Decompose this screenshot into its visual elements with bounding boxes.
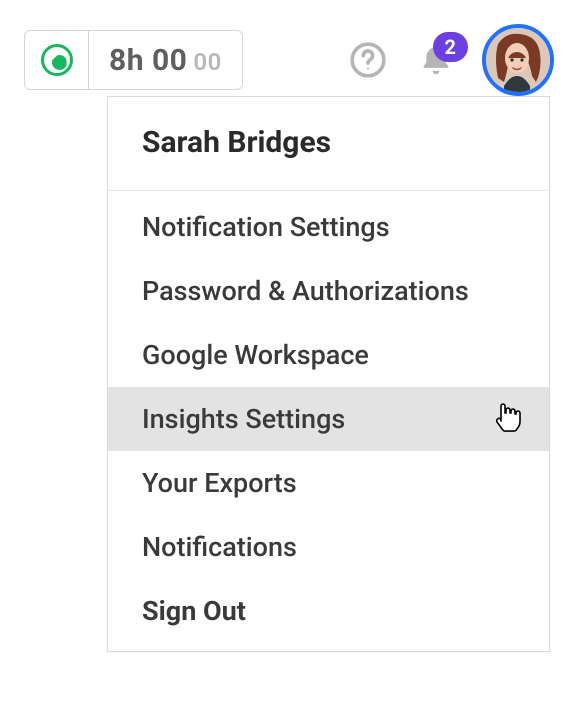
notifications-button[interactable]: 2 bbox=[414, 38, 458, 82]
menu-item-label: Sign Out bbox=[142, 595, 246, 627]
menu-item-notification-settings[interactable]: Notification Settings bbox=[108, 191, 549, 259]
avatar-image bbox=[486, 28, 550, 92]
menu-item-notifications[interactable]: Notifications bbox=[108, 515, 549, 579]
user-menu-header: Sarah Bridges bbox=[108, 97, 549, 191]
menu-item-label: Insights Settings bbox=[142, 403, 345, 435]
menu-item-sign-out[interactable]: Sign Out bbox=[108, 579, 549, 651]
menu-item-insights-settings[interactable]: Insights Settings bbox=[108, 387, 549, 451]
tracker-status-cell[interactable] bbox=[25, 31, 89, 89]
menu-item-label: Notifications bbox=[142, 531, 297, 563]
notification-badge: 2 bbox=[433, 32, 468, 62]
menu-item-label: Password & Authorizations bbox=[142, 275, 469, 307]
tracker-time-cell[interactable]: 8h 00 00 bbox=[89, 43, 242, 78]
user-menu-dropdown: Sarah Bridges Notification Settings Pass… bbox=[107, 96, 550, 652]
avatar[interactable] bbox=[482, 24, 554, 96]
top-bar: 8h 00 00 2 bbox=[0, 0, 574, 96]
menu-item-password-authorizations[interactable]: Password & Authorizations bbox=[108, 259, 549, 323]
menu-item-your-exports[interactable]: Your Exports bbox=[108, 451, 549, 515]
help-icon bbox=[348, 40, 388, 80]
pointer-cursor-icon bbox=[493, 401, 521, 440]
moon-icon bbox=[41, 44, 73, 76]
menu-item-label: Google Workspace bbox=[142, 339, 369, 371]
tracker-time-minor: 00 bbox=[193, 48, 221, 76]
tracker-time-major: 8h 00 bbox=[109, 43, 187, 78]
menu-item-label: Notification Settings bbox=[142, 211, 390, 243]
user-menu-list: Notification Settings Password & Authori… bbox=[108, 191, 549, 651]
menu-item-label: Your Exports bbox=[142, 467, 297, 499]
help-button[interactable] bbox=[346, 38, 390, 82]
menu-item-google-workspace[interactable]: Google Workspace bbox=[108, 323, 549, 387]
time-tracker-widget[interactable]: 8h 00 00 bbox=[24, 30, 243, 90]
